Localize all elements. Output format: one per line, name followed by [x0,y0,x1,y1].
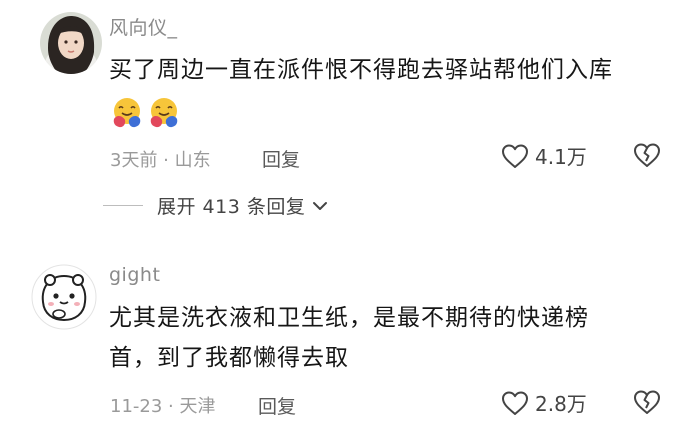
comment-item: 风向仪_ 买了周边一直在派件恨不得跑去驿站帮他们入库 3天前 · 山东 回复 4… [0,0,690,230]
dislike-button[interactable] [632,388,662,420]
chevron-down-icon [313,201,328,210]
comment-time-location: 11-23 · 天津 [110,396,216,417]
comment-text: 买了周边一直在派件恨不得跑去驿站帮他们入库 [109,57,613,83]
comment-username[interactable]: gight [109,264,160,286]
reply-button[interactable]: 回复 [258,392,296,419]
hug-emoji-icon [113,98,141,128]
reply-button[interactable]: 回复 [262,145,300,172]
expand-divider [103,205,143,206]
like-button[interactable]: 2.8万 [500,388,587,417]
avatar[interactable] [40,12,102,74]
broken-heart-icon [634,390,660,414]
broken-heart-icon [634,143,660,167]
comment-item: gight 尤其是洗衣液和卫生纸，是最不期待的快递榜 首，到了我都懒得去取 11… [0,240,690,429]
expand-replies-label: 展开 413 条回复 [157,196,306,218]
like-count: 4.1万 [535,145,587,169]
dislike-button[interactable] [632,141,662,173]
heart-outline-icon [502,144,528,168]
avatar[interactable] [31,264,97,330]
like-count: 2.8万 [535,392,587,416]
heart-outline-icon [502,391,528,415]
comment-time-location: 3天前 · 山东 [110,150,211,171]
comment-text-line-2: 首，到了我都懒得去取 [109,345,349,371]
comment-text-line-1: 尤其是洗衣液和卫生纸，是最不期待的快递榜 [109,305,589,331]
expand-replies-button[interactable]: 展开 413 条回复 [103,192,329,219]
like-button[interactable]: 4.1万 [500,141,587,170]
comment-username[interactable]: 风向仪_ [109,13,178,40]
hug-emoji-icon [150,98,178,128]
